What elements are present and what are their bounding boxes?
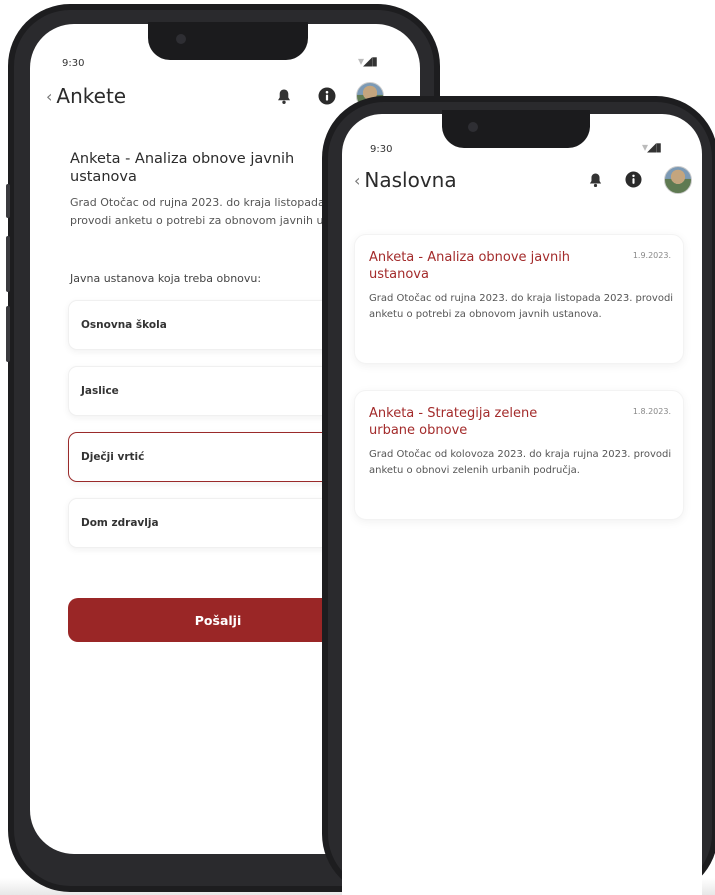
card-description: Grad Otočac od rujna 2023. do kraja list… [369, 293, 674, 320]
camera-lens [468, 122, 478, 132]
page-title: Ankete [56, 84, 127, 108]
survey-card[interactable]: Anketa - Analiza obnove javnih ustanova … [354, 234, 684, 364]
option-label: Dom zdravlja [81, 517, 159, 529]
phone-volume-up [6, 236, 10, 292]
phone-front: 9:30 ▾◢▮ ‹ Naslovna Anketa - Analiza obn… [322, 96, 715, 895]
bell-icon[interactable] [276, 88, 292, 105]
camera-lens [176, 34, 186, 44]
phone-notch [442, 110, 590, 148]
card-title: Anketa - Analiza obnove javnih ustanova [369, 250, 571, 282]
option-label: Osnovna škola [81, 319, 167, 331]
card-description: Grad Otočac od kolovoza 2023. do kraja r… [369, 449, 672, 476]
status-time: 9:30 [370, 144, 393, 155]
survey-card[interactable]: Anketa - Strategija zelene urbane obnove… [354, 390, 684, 520]
phone-notch [148, 22, 308, 60]
info-icon[interactable] [318, 87, 336, 105]
info-icon[interactable] [625, 171, 642, 188]
phone-side-button [6, 184, 10, 218]
avatar[interactable] [664, 166, 692, 194]
chevron-left-icon[interactable]: ‹ [354, 171, 360, 190]
status-time: 9:30 [62, 58, 85, 69]
header: ‹ Naslovna [354, 168, 457, 192]
survey-question: Javna ustanova koja treba obnovu: [70, 272, 262, 285]
signal-icon: ▾◢▮ [642, 140, 662, 154]
card-title: Anketa - Strategija zelene urbane obnove [369, 406, 538, 438]
page-title: Naslovna [364, 168, 457, 192]
phone-volume-down [6, 306, 10, 362]
option-label: Dječji vrtić [81, 451, 145, 463]
chevron-left-icon[interactable]: ‹ [46, 87, 52, 106]
home-screen: 9:30 ▾◢▮ ‹ Naslovna Anketa - Analiza obn… [342, 114, 702, 895]
card-date: 1.8.2023. [632, 407, 671, 416]
option-label: Jaslice [81, 385, 119, 397]
header: ‹ Ankete [46, 84, 126, 108]
card-date: 1.9.2023. [632, 251, 671, 260]
bell-icon[interactable] [588, 172, 603, 188]
signal-icon: ▾◢▮ [358, 54, 378, 68]
survey-title: Anketa - Analiza obnove javnih ustanova [70, 151, 295, 185]
